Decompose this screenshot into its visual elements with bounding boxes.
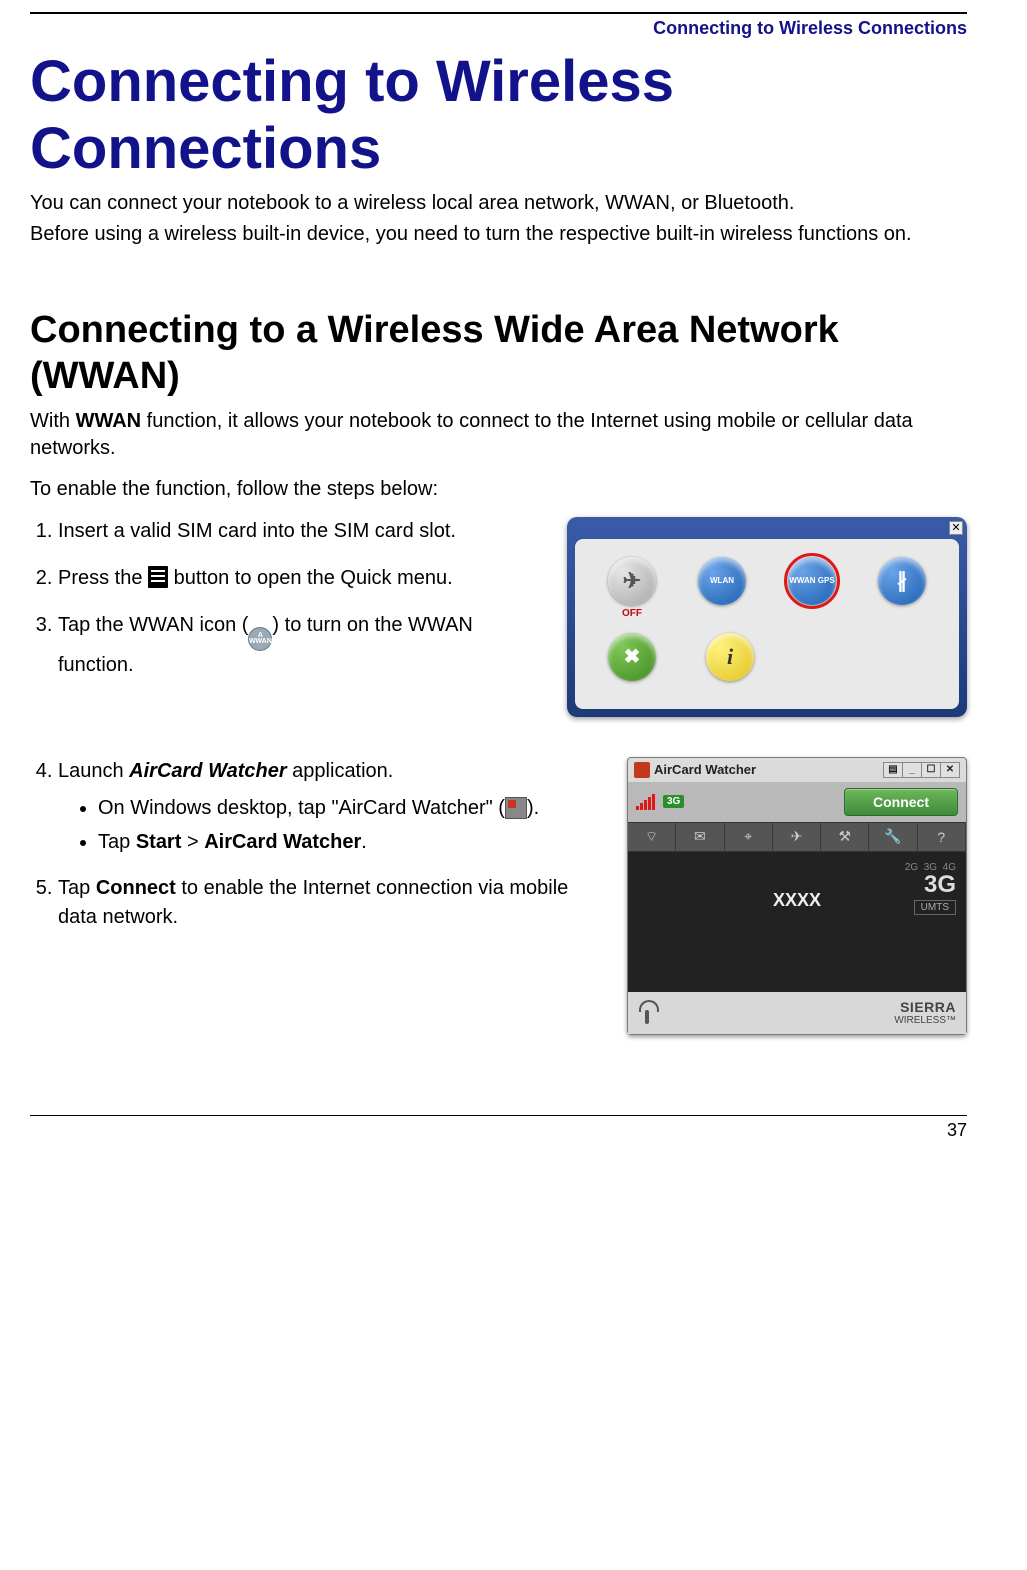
page-title: Connecting to Wireless Connections (30, 49, 967, 182)
bluetooth-icon: ∦ (878, 557, 926, 605)
tool-options-icon[interactable]: 🔧 (869, 823, 917, 851)
mode-sub: UMTS (914, 900, 956, 915)
step-1: Insert a valid SIM card into the SIM car… (58, 517, 549, 546)
quick-menu-panel: ✕ ✈ OFF WLAN WWAN GPS ∦ (567, 517, 967, 717)
step-2: Press the button to open the Quick menu. (58, 564, 549, 593)
status-badge: 3G (663, 795, 684, 808)
page-number: 37 (30, 1116, 967, 1141)
qm-airplane[interactable]: ✈ OFF (597, 557, 667, 619)
qm-bluetooth[interactable]: ∦ (867, 557, 937, 619)
section-heading: Connecting to a Wireless Wide Area Netwo… (30, 308, 967, 399)
signal-bars-icon (636, 794, 655, 810)
qm-tools[interactable]: ✖ (597, 633, 667, 681)
tool-airplane-icon[interactable]: ✈ (773, 823, 821, 851)
airplane-icon: ✈ (608, 557, 656, 605)
maximize-button[interactable]: ☐ (921, 762, 941, 778)
qm-info[interactable]: i (695, 633, 765, 681)
close-icon[interactable]: ✕ (949, 521, 963, 535)
enable-line: To enable the function, follow the steps… (30, 476, 967, 503)
minimize-button[interactable]: _ (902, 762, 922, 778)
tool-settings-icon[interactable]: ⚒ (821, 823, 869, 851)
aircard-window: AirCard Watcher ▤ _ ☐ ✕ (627, 757, 967, 1035)
wwan-icon: AWWAN (248, 627, 272, 651)
info-icon: i (706, 633, 754, 681)
brand-logo: SIERRA WIRELESS™ (894, 1000, 956, 1026)
aircard-titlebar-icon (634, 762, 650, 778)
close-button[interactable]: ✕ (940, 762, 960, 778)
quick-menu-button-icon (148, 566, 168, 588)
wlan-icon: WLAN (698, 557, 746, 605)
step-4-bullet-2: Tap Start > AirCard Watcher. (98, 828, 609, 856)
aircard-app-icon (505, 797, 527, 819)
intro-p1: You can connect your notebook to a wirel… (30, 190, 967, 217)
tool-sms-icon[interactable]: ✉ (676, 823, 724, 851)
intro-p2: Before using a wireless built-in device,… (30, 221, 967, 248)
tools-icon: ✖ (608, 633, 656, 681)
step-5: Tap Connect to enable the Internet conne… (58, 874, 609, 932)
window-menu-button[interactable]: ▤ (883, 762, 903, 778)
aircard-title: AirCard Watcher (654, 762, 756, 777)
connect-button[interactable]: Connect (844, 788, 958, 816)
tool-help-icon[interactable]: ? (918, 823, 966, 851)
step-3: Tap the WWAN icon (AWWAN) to turn on the… (58, 611, 549, 680)
qm-wlan[interactable]: WLAN (687, 557, 757, 619)
antenna-icon (638, 1002, 656, 1024)
tool-wifi-icon[interactable]: ⌔ (628, 823, 676, 851)
running-head: Connecting to Wireless Connections (30, 14, 967, 49)
step-4-bullet-1: On Windows desktop, tap "AirCard Watcher… (98, 794, 609, 822)
tool-gps-icon[interactable]: ⌖ (725, 823, 773, 851)
mode-large: 3G (905, 873, 956, 897)
section-lead: With WWAN function, it allows your noteb… (30, 408, 967, 462)
qm-wwan-gps[interactable]: WWAN GPS (777, 557, 847, 619)
qm-airplane-label: OFF (622, 608, 642, 619)
wwan-gps-icon: WWAN GPS (788, 557, 836, 605)
step-4: Launch AirCard Watcher application. On W… (58, 757, 609, 856)
